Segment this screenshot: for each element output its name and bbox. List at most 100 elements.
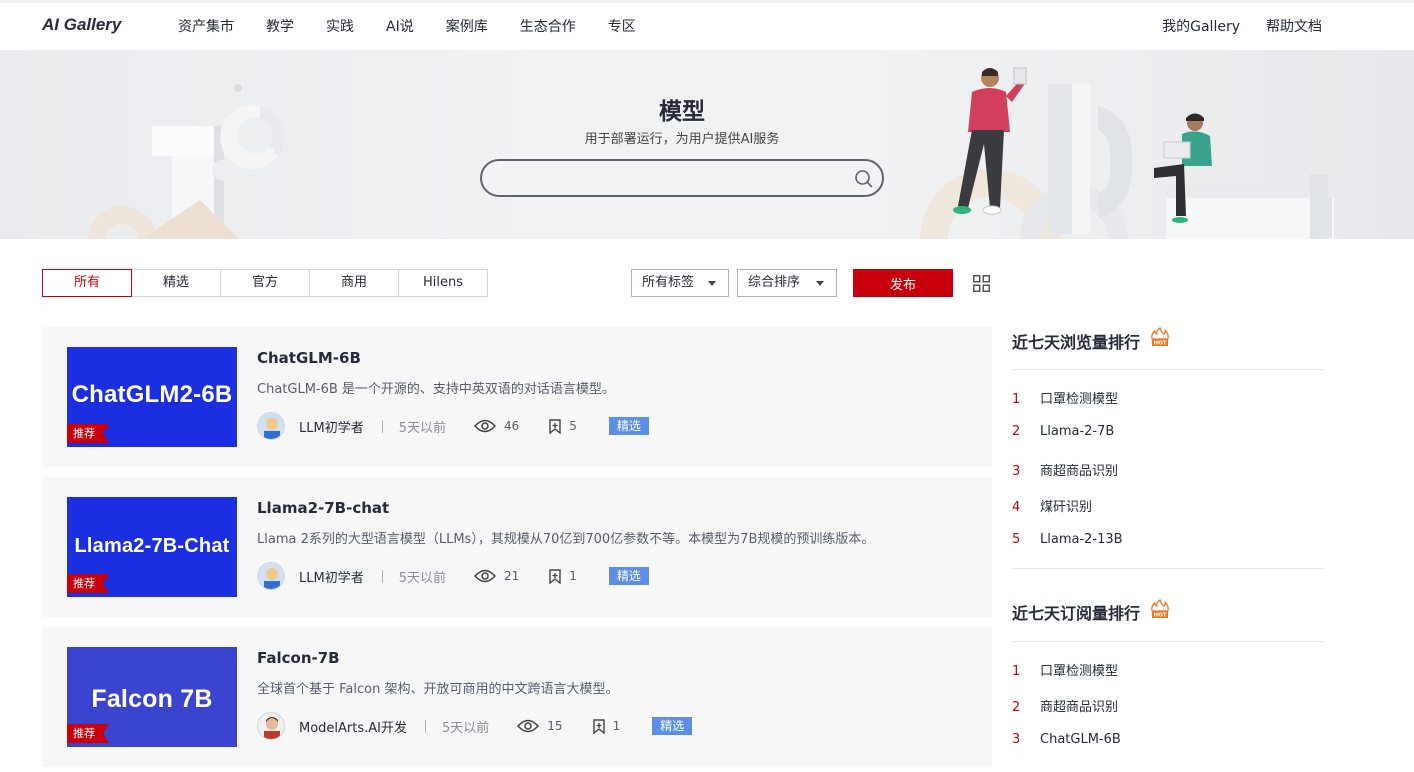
model-description: Llama 2系列的大型语言模型（LLMs），其规模从70亿到700亿参数不等。…	[257, 532, 875, 547]
ranking-item[interactable]: 2 Llama-2-7B	[1012, 424, 1114, 439]
nav-my-gallery[interactable]: 我的Gallery	[1162, 16, 1240, 36]
ranking-item[interactable]: 2 商超商品识别	[1012, 696, 1118, 715]
rank-number: 1	[1012, 664, 1021, 679]
recommend-ribbon: 推荐	[67, 424, 109, 443]
svg-text:HOT: HOT	[1153, 341, 1166, 347]
rank-number: 3	[1012, 464, 1021, 479]
nav-help-docs[interactable]: 帮助文档	[1266, 16, 1322, 36]
search-icon[interactable]	[854, 169, 874, 189]
avatar-icon	[258, 563, 284, 589]
nav-item-zone[interactable]: 专区	[608, 16, 636, 36]
banner-right-illustration	[920, 67, 1334, 239]
search-input[interactable]	[498, 161, 848, 195]
ranking-item-name: 口罩检测模型	[1040, 664, 1119, 679]
author-name[interactable]: LLM初学者	[299, 417, 364, 436]
ranking-item[interactable]: 4 煤矸识别	[1012, 496, 1092, 515]
model-title[interactable]: Falcon-7B	[257, 649, 340, 667]
logo[interactable]: AI Gallery	[42, 15, 121, 35]
model-card[interactable]: ChatGLM2-6B 推荐 ChatGLM-6B ChatGLM-6B 是一个…	[42, 327, 992, 467]
avatar[interactable]	[257, 412, 285, 440]
rank-number: 1	[1012, 392, 1021, 407]
bookmark-icon	[592, 718, 605, 734]
nav-item-practice[interactable]: 实践	[326, 16, 354, 36]
nav-item-ecosystem[interactable]: 生态合作	[520, 16, 576, 36]
ranking-item-name: 口罩检测模型	[1040, 392, 1119, 407]
ranking-item[interactable]: 3 商超商品识别	[1012, 460, 1118, 479]
hero-banner: 模型 用于部署运行，为用户提供AI服务	[0, 50, 1414, 239]
filter-tabs: 所有 精选 官方 商用 Hilens	[42, 269, 488, 297]
model-description: ChatGLM-6B 是一个开源的、支持中英双语的对话语言模型。	[257, 382, 615, 397]
main-nav: 资产集市 教学 实践 AI说 案例库 生态合作 专区	[178, 16, 668, 36]
nav-item-teaching[interactable]: 教学	[266, 16, 294, 36]
model-thumbnail[interactable]: Falcon 7B 推荐	[67, 647, 237, 747]
thumbnail-text: Llama2-7B-Chat	[74, 535, 230, 557]
bookmark-count: 5	[569, 419, 577, 433]
model-title[interactable]: ChatGLM-6B	[257, 349, 361, 367]
ranking-item[interactable]: 3 ChatGLM-6B	[1012, 732, 1121, 747]
rank-number: 5	[1012, 532, 1021, 547]
svg-text:HOT: HOT	[1153, 613, 1166, 619]
nav-item-ai-talk[interactable]: AI说	[386, 16, 414, 36]
rank-number: 4	[1012, 500, 1021, 515]
tab-all[interactable]: 所有	[42, 269, 132, 297]
divider	[1012, 568, 1323, 569]
tag-select[interactable]: 所有标签	[631, 269, 729, 297]
eye-icon	[473, 569, 496, 583]
bookmark-count: 1	[569, 569, 577, 583]
hot-flame-icon: HOT	[1151, 327, 1169, 347]
divider	[381, 419, 383, 433]
ranking-item[interactable]: 1 口罩检测模型	[1012, 660, 1118, 679]
publish-time: 5天以前	[398, 570, 446, 586]
rank-number: 2	[1012, 424, 1021, 439]
divider	[425, 719, 426, 733]
eye-icon	[517, 719, 540, 733]
model-thumbnail[interactable]: Llama2-7B-Chat 推荐	[67, 497, 237, 597]
divider	[1012, 369, 1323, 370]
thumbnail-text: ChatGLM2-6B	[71, 381, 233, 408]
publish-button[interactable]: 发布	[853, 269, 953, 297]
nav-item-asset-market[interactable]: 资产集市	[178, 16, 234, 36]
avatar-icon	[258, 413, 284, 439]
avatar[interactable]	[257, 712, 285, 740]
model-thumbnail[interactable]: ChatGLM2-6B 推荐	[67, 347, 237, 447]
author-name[interactable]: LLM初学者	[299, 567, 364, 586]
search-box	[480, 159, 884, 197]
thumbnail-text: Falcon 7B	[91, 685, 213, 713]
model-card[interactable]: Llama2-7B-Chat 推荐 Llama2-7B-chat Llama 2…	[42, 477, 992, 617]
model-meta: LLM初学者 5天以前 46 5 精选	[257, 412, 649, 440]
tag-select-value: 所有标签	[642, 275, 695, 290]
ranking-item[interactable]: 1 口罩检测模型	[1012, 388, 1118, 407]
featured-badge: 精选	[608, 417, 649, 435]
recommend-ribbon: 推荐	[67, 574, 109, 593]
model-card[interactable]: Falcon 7B 推荐 Falcon-7B 全球首个基于 Falcon 架构、…	[42, 627, 992, 767]
sort-select-value: 综合排序	[748, 275, 801, 290]
grid-view-icon[interactable]	[973, 275, 990, 292]
model-description: 全球首个基于 Falcon 架构、开放可商用的中文跨语言大模型。	[257, 682, 619, 697]
nav-item-case-library[interactable]: 案例库	[446, 16, 488, 36]
top-navbar: AI Gallery 资产集市 教学 实践 AI说 案例库 生态合作 专区 我的…	[0, 0, 1414, 50]
featured-badge: 精选	[652, 717, 693, 735]
nav-right: 我的Gallery 帮助文档	[1136, 16, 1322, 36]
sort-select[interactable]: 综合排序	[737, 269, 837, 297]
tab-featured[interactable]: 精选	[131, 269, 221, 297]
tab-official[interactable]: 官方	[220, 269, 310, 297]
avatar[interactable]	[257, 562, 285, 590]
ranking-item[interactable]: 5 Llama-2-13B	[1012, 532, 1123, 547]
avatar-icon	[258, 713, 284, 739]
ranking-item-name: ChatGLM-6B	[1040, 732, 1121, 747]
author-name[interactable]: ModelArts.AI开发	[299, 717, 407, 736]
view-count: 46	[503, 419, 520, 433]
view-count: 15	[547, 719, 563, 733]
tab-commercial[interactable]: 商用	[309, 269, 399, 297]
rank-number: 3	[1012, 732, 1021, 747]
bookmark-icon	[549, 418, 561, 434]
bookmark-icon	[549, 568, 561, 584]
bookmark-count: 1	[612, 719, 621, 733]
hot-flame-icon: HOT	[1151, 599, 1169, 619]
chevron-down-icon	[708, 281, 716, 286]
subs-ranking-title: 近七天订阅量排行	[1012, 604, 1141, 623]
divider	[1012, 641, 1323, 642]
ranking-item-name: 商超商品识别	[1040, 464, 1119, 479]
model-title[interactable]: Llama2-7B-chat	[257, 499, 389, 517]
tab-hilens[interactable]: Hilens	[398, 269, 488, 297]
